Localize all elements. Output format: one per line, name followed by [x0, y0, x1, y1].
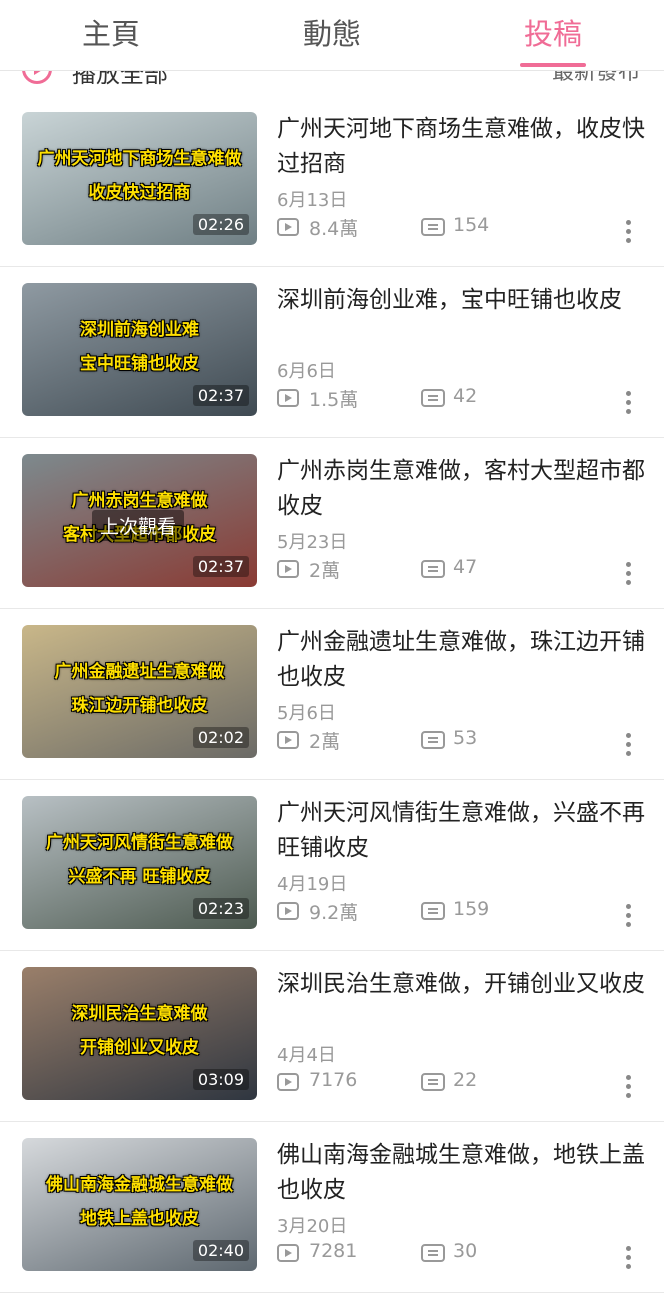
- video-list-item[interactable]: 深圳前海创业难 宝中旺铺也收皮 02:37 深圳前海创业难，宝中旺铺也收皮 6月…: [0, 267, 664, 438]
- view-count-text: 2萬: [309, 560, 341, 582]
- video-title[interactable]: 广州赤岗生意难做，客村大型超市都收皮: [277, 454, 647, 524]
- comment-icon: [421, 1244, 445, 1262]
- thumbnail-caption-line-2: 收皮快过招商: [88, 183, 191, 203]
- comment-count-text: 22: [453, 1069, 478, 1091]
- view-count-text: 1.5萬: [309, 389, 359, 411]
- video-title[interactable]: 深圳前海创业难，宝中旺铺也收皮: [277, 283, 647, 318]
- video-date: 3月20日: [277, 1216, 348, 1237]
- comment-count-text: 154: [453, 214, 490, 236]
- comment-icon: [421, 902, 445, 920]
- play-count-icon: [277, 1073, 299, 1091]
- comment-icon: [421, 560, 445, 578]
- more-options-icon[interactable]: [626, 391, 632, 417]
- tab-uploads[interactable]: 投稿: [524, 14, 582, 54]
- video-list-item[interactable]: 广州天河风情街生意难做 兴盛不再 旺铺收皮 02:23 广州天河风情街生意难做，…: [0, 780, 664, 951]
- view-count-text: 8.4萬: [309, 218, 359, 240]
- video-title[interactable]: 广州天河风情街生意难做，兴盛不再旺铺收皮: [277, 796, 647, 866]
- video-list-item[interactable]: 广州金融遗址生意难做 珠江边开铺也收皮 02:02 广州金融遗址生意难做，珠江边…: [0, 609, 664, 780]
- thumbnail-caption-line-1: 广州赤岗生意难做: [71, 491, 208, 511]
- play-count-icon: [277, 218, 299, 236]
- video-thumbnail[interactable]: 广州天河地下商场生意难做 收皮快过招商 02:26: [22, 112, 257, 245]
- video-date: 5月23日: [277, 532, 348, 553]
- play-count-icon: [277, 731, 299, 749]
- thumbnail-caption-line-2: 开铺创业又收皮: [80, 1038, 199, 1058]
- comment-count-text: 159: [453, 898, 490, 920]
- comment-count-text: 42: [453, 385, 478, 407]
- video-thumbnail[interactable]: 深圳民治生意难做 开铺创业又收皮 03:09: [22, 967, 257, 1100]
- view-count-text: 9.2萬: [309, 902, 359, 924]
- comment-count-text: 47: [453, 556, 478, 578]
- video-date: 4月19日: [277, 874, 348, 895]
- play-count-icon: [277, 1244, 299, 1262]
- comment-icon: [421, 731, 445, 749]
- video-list: 广州天河地下商场生意难做 收皮快过招商 02:26 广州天河地下商场生意难做，收…: [0, 96, 664, 1293]
- thumbnail-caption-line-1: 深圳民治生意难做: [71, 1004, 208, 1024]
- thumbnail-caption-line-1: 深圳前海创业难: [80, 320, 199, 340]
- video-title[interactable]: 广州金融遗址生意难做，珠江边开铺也收皮: [277, 625, 647, 695]
- more-options-icon[interactable]: [626, 733, 632, 759]
- more-options-icon[interactable]: [626, 904, 632, 930]
- tab-home[interactable]: 主頁: [82, 14, 140, 54]
- play-count-icon: [277, 560, 299, 578]
- thumbnail-caption-line-1: 广州天河地下商场生意难做: [37, 149, 242, 169]
- video-list-item[interactable]: 广州天河地下商场生意难做 收皮快过招商 02:26 广州天河地下商场生意难做，收…: [0, 96, 664, 267]
- comment-icon: [421, 1073, 445, 1091]
- video-date: 5月6日: [277, 703, 336, 724]
- thumbnail-caption-line-1: 佛山南海金融城生意难做: [46, 1175, 233, 1195]
- video-duration: 03:09: [192, 1069, 249, 1090]
- video-thumbnail[interactable]: 广州赤岗生意难做 客村大型超市都收皮 上次觀看 02:37: [22, 454, 257, 587]
- thumbnail-caption-line-1: 广州金融遗址生意难做: [54, 662, 225, 682]
- more-options-icon[interactable]: [626, 220, 632, 246]
- video-duration: 02:02: [192, 727, 249, 748]
- thumbnail-caption-line-2: 宝中旺铺也收皮: [80, 354, 199, 374]
- active-tab-indicator: [520, 63, 586, 67]
- video-duration: 02:40: [192, 1240, 249, 1261]
- video-date: 4月4日: [277, 1045, 336, 1066]
- comment-icon: [421, 218, 445, 236]
- play-count-icon: [277, 389, 299, 407]
- video-thumbnail[interactable]: 广州金融遗址生意难做 珠江边开铺也收皮 02:02: [22, 625, 257, 758]
- more-options-icon[interactable]: [626, 1246, 632, 1272]
- video-title[interactable]: 广州天河地下商场生意难做，收皮快过招商: [277, 112, 647, 182]
- video-thumbnail[interactable]: 佛山南海金融城生意难做 地铁上盖也收皮 02:40: [22, 1138, 257, 1271]
- view-count-text: 2萬: [309, 731, 341, 753]
- thumbnail-caption-line-2: 兴盛不再 旺铺收皮: [68, 867, 211, 887]
- view-count-text: 7281: [309, 1240, 358, 1262]
- play-count-icon: [277, 902, 299, 920]
- last-watched-badge: 上次觀看: [92, 510, 185, 541]
- video-thumbnail[interactable]: 深圳前海创业难 宝中旺铺也收皮 02:37: [22, 283, 257, 416]
- comment-icon: [421, 389, 445, 407]
- thumbnail-caption-line-1: 广州天河风情街生意难做: [46, 833, 233, 853]
- thumbnail-caption-line-2: 地铁上盖也收皮: [80, 1209, 199, 1229]
- video-title[interactable]: 深圳民治生意难做，开铺创业又收皮: [277, 967, 647, 1002]
- video-date: 6月6日: [277, 361, 336, 382]
- comment-count-text: 53: [453, 727, 478, 749]
- video-list-item[interactable]: 广州赤岗生意难做 客村大型超市都收皮 上次觀看 02:37 广州赤岗生意难做，客…: [0, 438, 664, 609]
- video-date: 6月13日: [277, 190, 348, 211]
- more-options-icon[interactable]: [626, 562, 632, 588]
- video-thumbnail[interactable]: 广州天河风情街生意难做 兴盛不再 旺铺收皮 02:23: [22, 796, 257, 929]
- video-list-item[interactable]: 深圳民治生意难做 开铺创业又收皮 03:09 深圳民治生意难做，开铺创业又收皮 …: [0, 951, 664, 1122]
- more-options-icon[interactable]: [626, 1075, 632, 1101]
- top-tab-bar: 主頁 動態 投稿: [0, 0, 664, 71]
- view-count-text: 7176: [309, 1069, 358, 1091]
- comment-count-text: 30: [453, 1240, 478, 1262]
- video-duration: 02:26: [192, 214, 249, 235]
- video-duration: 02:23: [192, 898, 249, 919]
- video-duration: 02:37: [192, 385, 249, 406]
- video-list-item[interactable]: 佛山南海金融城生意难做 地铁上盖也收皮 02:40 佛山南海金融城生意难做，地铁…: [0, 1122, 664, 1293]
- tab-dynamics[interactable]: 動態: [303, 14, 361, 54]
- video-title[interactable]: 佛山南海金融城生意难做，地铁上盖也收皮: [277, 1138, 647, 1208]
- video-duration: 02:37: [192, 556, 249, 577]
- thumbnail-caption-line-2: 珠江边开铺也收皮: [71, 696, 208, 716]
